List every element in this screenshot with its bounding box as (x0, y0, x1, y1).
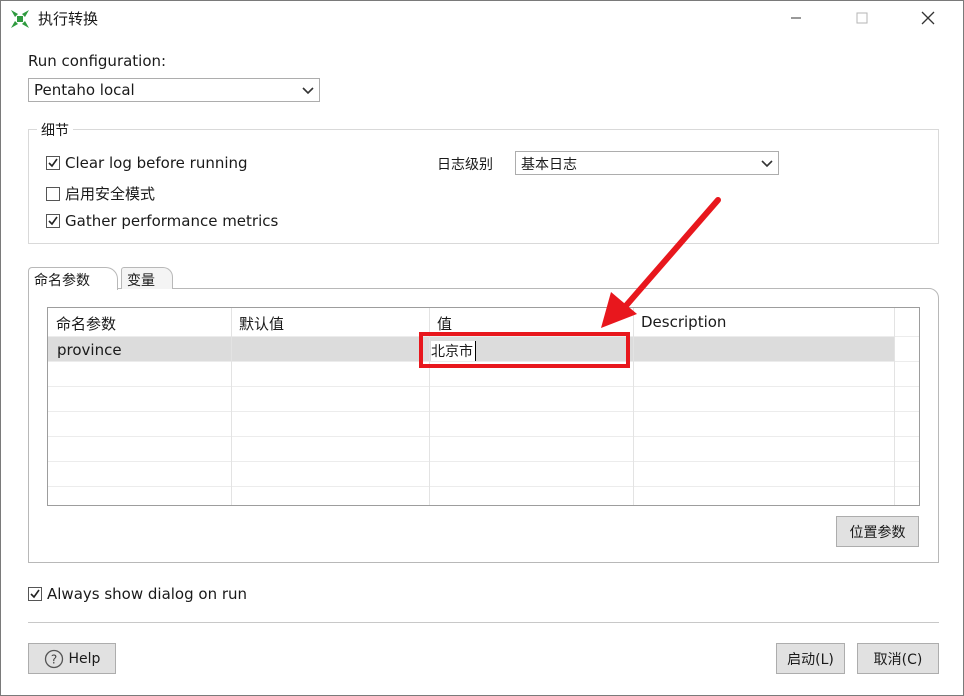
row-divider (48, 436, 919, 437)
safe-mode-checkbox[interactable]: 启用安全模式 (46, 183, 155, 204)
row-divider (48, 386, 919, 387)
cancel-button[interactable]: 取消(C) (857, 643, 939, 674)
maximize-icon (856, 12, 868, 24)
launch-button[interactable]: 启动(L) (776, 643, 845, 674)
log-level-value: 基本日志 (521, 157, 577, 173)
checkmark-icon (48, 216, 58, 226)
minimize-button[interactable] (773, 1, 819, 35)
row-divider (48, 461, 919, 462)
param-name-cell[interactable]: province (57, 341, 122, 359)
close-button[interactable] (905, 1, 951, 35)
position-params-button[interactable]: 位置参数 (836, 516, 919, 547)
maximize-button[interactable] (839, 1, 885, 35)
help-icon: ? (44, 649, 63, 668)
checkbox-box[interactable] (46, 214, 60, 228)
column-divider (894, 308, 895, 505)
title-bar: 执行转换 (1, 1, 963, 35)
checkbox-box[interactable] (46, 156, 60, 170)
row-divider (48, 486, 919, 487)
details-group-title: 细节 (37, 120, 73, 140)
run-configuration-value: Pentaho local (34, 81, 135, 99)
minimize-icon (791, 17, 801, 19)
always-show-checkbox[interactable]: Always show dialog on run (28, 585, 247, 603)
column-header-default[interactable]: 默认值 (231, 308, 429, 336)
separator (28, 622, 939, 623)
chevron-down-icon (302, 87, 314, 95)
checkbox-box[interactable] (28, 587, 42, 601)
checkmark-icon (30, 589, 40, 599)
tab-variables[interactable]: 变量 (121, 267, 173, 289)
clear-log-checkbox[interactable]: Clear log before running (46, 154, 248, 172)
clear-log-label: Clear log before running (65, 154, 248, 172)
always-show-label: Always show dialog on run (47, 585, 248, 603)
app-icon (11, 10, 29, 28)
gather-metrics-checkbox[interactable]: Gather performance metrics (46, 212, 278, 230)
close-icon (921, 11, 935, 25)
checkbox-box[interactable] (46, 186, 60, 201)
run-transformation-dialog: 执行转换 Run configuration: Pentaho local 细节… (0, 0, 964, 696)
window-title: 执行转换 (38, 10, 99, 28)
run-configuration-select[interactable]: Pentaho local (28, 78, 320, 102)
column-divider (231, 308, 232, 505)
annotation-arrow (601, 197, 721, 328)
safe-mode-label: 启用安全模式 (65, 185, 156, 203)
column-header-name[interactable]: 命名参数 (48, 308, 231, 336)
log-level-select[interactable]: 基本日志 (515, 151, 779, 175)
svg-text:?: ? (50, 652, 56, 666)
annotation-highlight-box (419, 332, 630, 368)
row-divider (48, 411, 919, 412)
checkmark-icon (48, 158, 58, 168)
chevron-down-icon (761, 160, 773, 168)
gather-metrics-label: Gather performance metrics (65, 212, 279, 230)
help-button-label: Help (68, 650, 101, 667)
column-divider (633, 308, 634, 505)
tab-named-params[interactable]: 命名参数 (28, 267, 118, 290)
log-level-label: 日志级别 (437, 157, 493, 173)
help-button[interactable]: ? Help (28, 643, 116, 674)
run-configuration-label: Run configuration: (28, 52, 167, 70)
